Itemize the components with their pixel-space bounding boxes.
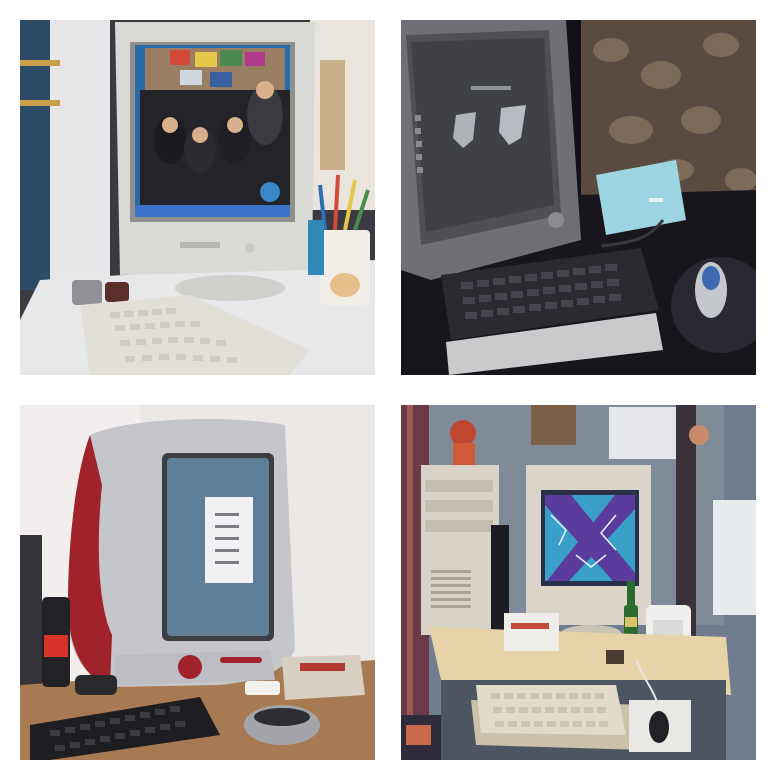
dark-desk-scene [401,20,756,375]
wall-paper-note [713,500,756,615]
dark-screen [411,38,554,232]
tower-desk-scene [401,405,756,760]
cd-slot-red [178,655,202,679]
photo-tower-desk [401,405,756,760]
imac-scene [20,405,375,760]
photo-crt-monitor-desk [20,20,375,375]
black-mouse [649,711,669,743]
photo-dark-desk-monitor [401,20,756,375]
book [282,655,365,700]
crt-desk-scene [20,20,375,375]
photo-red-imac [20,405,375,760]
wall-calendar [609,407,677,459]
